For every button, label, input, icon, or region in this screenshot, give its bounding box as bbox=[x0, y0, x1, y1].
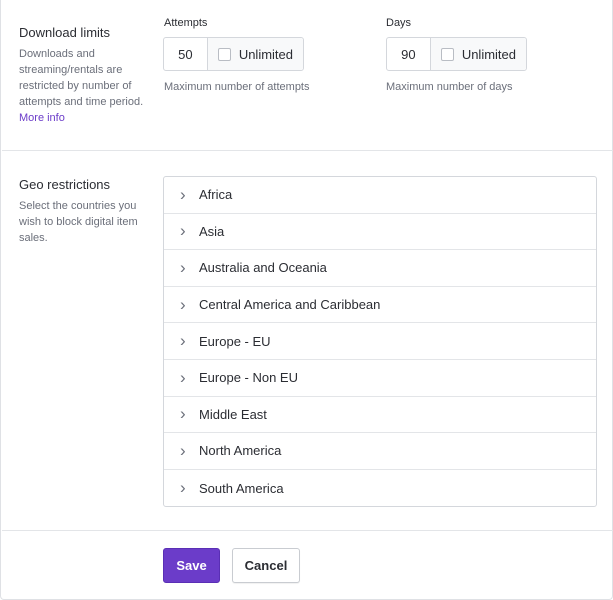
download-limits-description: Downloads and streaming/rentals are rest… bbox=[19, 46, 144, 126]
chevron-right-icon: › bbox=[180, 478, 186, 498]
attempts-input[interactable]: 50 bbox=[164, 38, 208, 70]
chevron-right-icon: › bbox=[180, 294, 186, 314]
chevron-right-icon: › bbox=[180, 221, 186, 241]
chevron-right-icon: › bbox=[180, 184, 186, 204]
days-input[interactable]: 90 bbox=[387, 38, 431, 70]
geo-restrictions-description: Select the countries you wish to block d… bbox=[19, 200, 138, 244]
region-label: North America bbox=[199, 443, 282, 459]
region-row[interactable]: › South America bbox=[164, 470, 596, 507]
download-limits-title: Download limits bbox=[19, 25, 111, 40]
settings-panel: Download limits Downloads and streaming/… bbox=[0, 0, 613, 600]
attempts-unlimited-label: Unlimited bbox=[238, 46, 293, 62]
region-row[interactable]: › North America bbox=[164, 433, 596, 470]
region-label: Europe - Non EU bbox=[199, 370, 298, 386]
region-row[interactable]: › Middle East bbox=[164, 397, 596, 434]
section-divider bbox=[2, 150, 613, 151]
more-info-link[interactable]: More info bbox=[19, 112, 65, 124]
save-button[interactable]: Save bbox=[163, 548, 220, 583]
cancel-button[interactable]: Cancel bbox=[232, 548, 300, 583]
region-list: › Africa › Asia › Australia and Oceania › Centr… bbox=[163, 176, 597, 508]
days-unlimited-toggle[interactable]: Unlimited bbox=[430, 38, 526, 70]
region-label: Africa bbox=[199, 187, 233, 203]
footer-divider bbox=[2, 530, 613, 531]
region-label: Europe - EU bbox=[199, 333, 271, 349]
region-label: Middle East bbox=[199, 406, 267, 422]
geo-restrictions-title: Geo restrictions bbox=[19, 177, 111, 192]
region-row[interactable]: › Asia bbox=[164, 214, 596, 251]
chevron-right-icon: › bbox=[180, 367, 186, 387]
chevron-right-icon: › bbox=[180, 257, 186, 277]
download-limits-description-text: Downloads and streaming/rentals are rest… bbox=[19, 48, 144, 108]
attempts-label: Attempts bbox=[164, 17, 208, 29]
attempts-control: 50 Unlimited bbox=[163, 37, 304, 71]
region-label: Central America and Caribbean bbox=[199, 297, 381, 313]
region-label: South America bbox=[199, 480, 284, 496]
days-control: 90 Unlimited bbox=[386, 37, 527, 71]
days-unlimited-label: Unlimited bbox=[461, 46, 516, 62]
attempts-unlimited-toggle[interactable]: Unlimited bbox=[207, 38, 303, 70]
region-row[interactable]: › Central America and Caribbean bbox=[164, 287, 596, 324]
region-row[interactable]: › Europe - EU bbox=[164, 323, 596, 360]
days-unlimited-checkbox[interactable] bbox=[440, 47, 454, 61]
region-row[interactable]: › Europe - Non EU bbox=[164, 360, 596, 397]
days-hint: Maximum number of days bbox=[386, 81, 513, 93]
days-label: Days bbox=[386, 17, 412, 29]
chevron-right-icon: › bbox=[180, 331, 186, 351]
region-row[interactable]: › Africa bbox=[164, 177, 596, 214]
region-label: Australia and Oceania bbox=[199, 260, 327, 276]
chevron-right-icon: › bbox=[180, 440, 186, 460]
attempts-hint: Maximum number of attempts bbox=[164, 81, 310, 93]
chevron-right-icon: › bbox=[180, 404, 186, 424]
region-label: Asia bbox=[199, 223, 225, 239]
region-row[interactable]: › Australia and Oceania bbox=[164, 250, 596, 287]
attempts-unlimited-checkbox[interactable] bbox=[217, 47, 231, 61]
